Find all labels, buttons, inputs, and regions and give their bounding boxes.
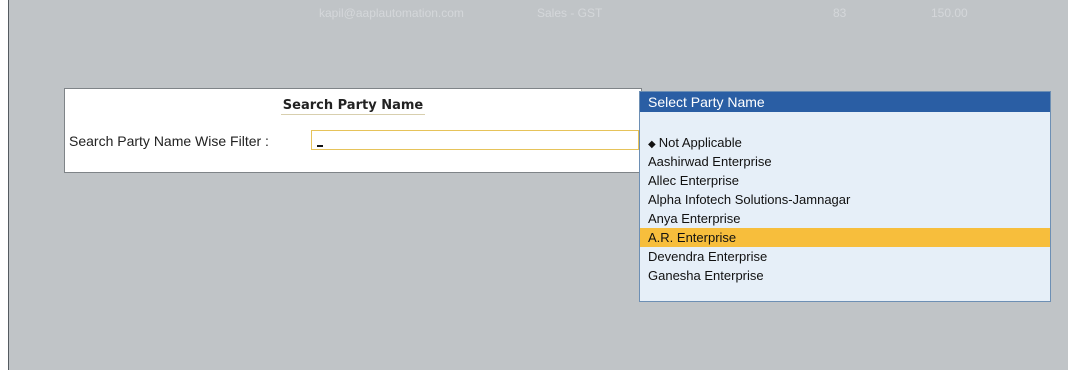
party-filter-input[interactable] xyxy=(311,130,639,150)
filter-label: Search Party Name Wise Filter : xyxy=(69,133,269,149)
list-header: Select Party Name xyxy=(640,92,1050,112)
row-amount: 150.00 xyxy=(931,6,968,20)
search-panel-title: Search Party Name xyxy=(280,98,426,115)
list-item-ganesha-enterprise[interactable]: Ganesha Enterprise xyxy=(640,266,1050,285)
list-item-ar-enterprise[interactable]: A.R. Enterprise xyxy=(640,228,1050,247)
list-item-anya-enterprise[interactable]: Anya Enterprise xyxy=(640,209,1050,228)
list-items: ◆ Not Applicable Aashirwad Enterprise All… xyxy=(640,133,1050,285)
diamond-icon: ◆ xyxy=(648,139,656,150)
list-item-not-applicable[interactable]: ◆ Not Applicable xyxy=(640,133,1050,152)
row-qty: 83 xyxy=(833,6,847,20)
list-item-alpha-infotech[interactable]: Alpha Infotech Solutions-Jamnagar xyxy=(640,190,1050,209)
row-email: kapil@aaplautomation.com xyxy=(319,6,464,20)
select-party-list: Select Party Name ◆ Not Applicable Aashir… xyxy=(639,91,1051,302)
list-item-devendra-enterprise[interactable]: Devendra Enterprise xyxy=(640,247,1050,266)
report-screen: kapil@aaplautomation.com Sales - GST 83 … xyxy=(8,0,1068,370)
text-cursor xyxy=(317,137,323,147)
list-item-label: Not Applicable xyxy=(658,135,742,150)
row-voucher-type: Sales - GST xyxy=(537,6,603,20)
list-item-allec-enterprise[interactable]: Allec Enterprise xyxy=(640,171,1050,190)
search-party-panel: Search Party Name Search Party Name Wise… xyxy=(64,88,642,173)
list-item-aashirwad-enterprise[interactable]: Aashirwad Enterprise xyxy=(640,152,1050,171)
